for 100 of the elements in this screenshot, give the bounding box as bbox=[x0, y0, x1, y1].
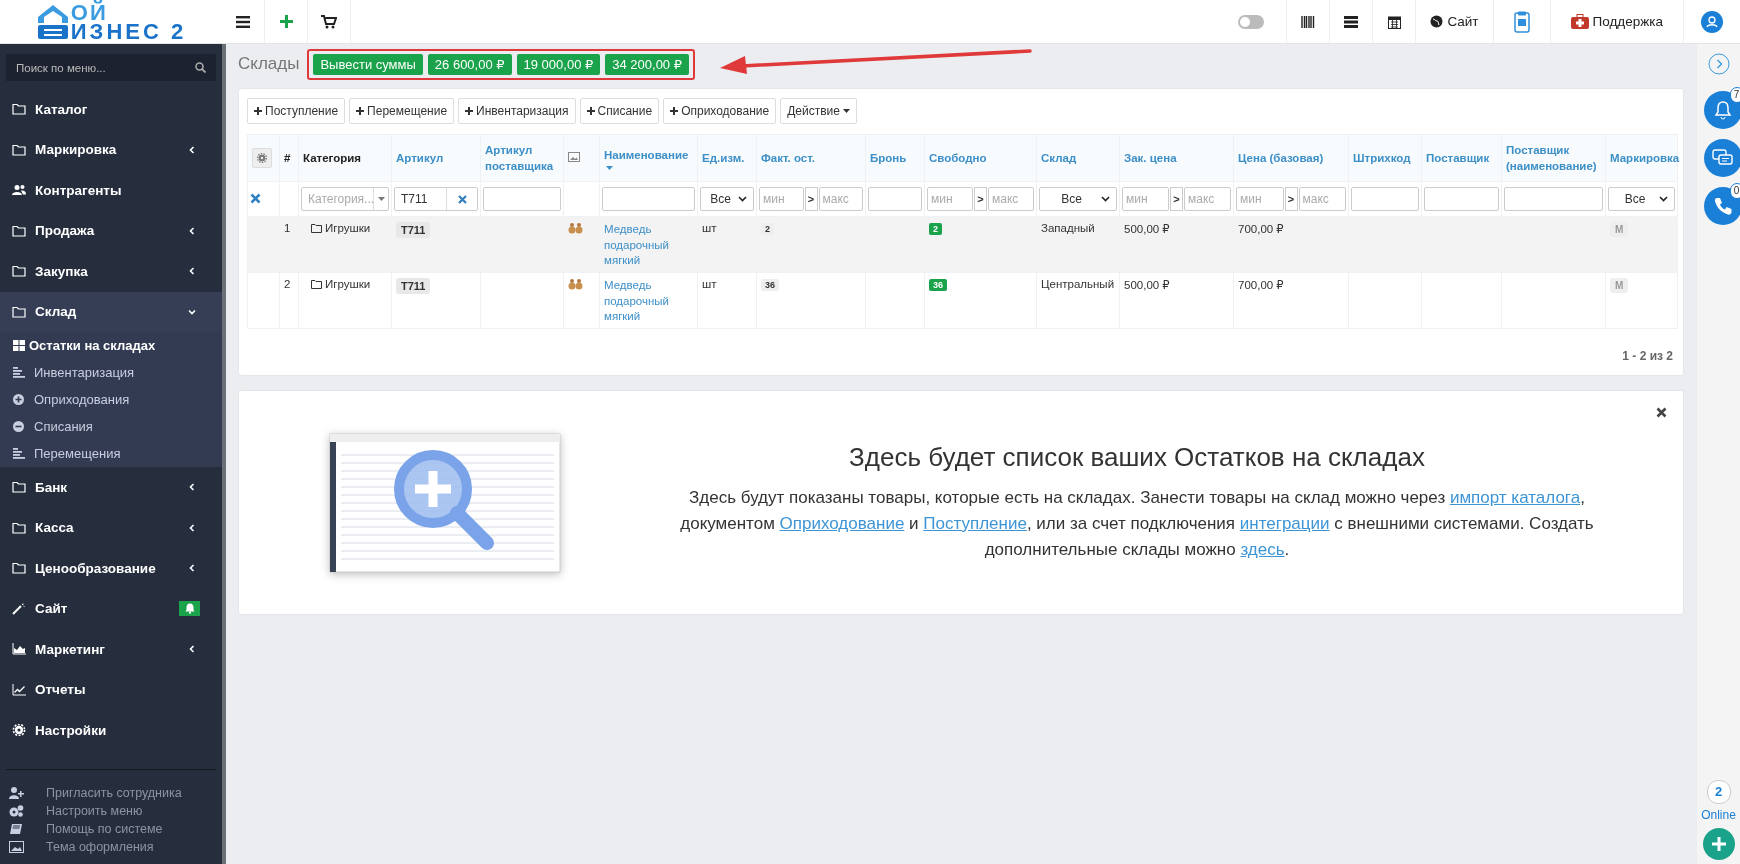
folder-icon bbox=[311, 279, 322, 289]
sidebar-item[interactable]: Закупка bbox=[0, 251, 222, 292]
max-field[interactable]: макс bbox=[988, 187, 1034, 211]
online-count: 2 bbox=[1706, 780, 1731, 804]
sort-column-header[interactable]: Артикул bbox=[396, 150, 444, 166]
submenu-item[interactable]: Остатки на складах bbox=[0, 332, 222, 359]
text-link[interactable]: Оприходование bbox=[779, 514, 905, 533]
logo[interactable]: ОЙ ИЗНЕС 2 bbox=[0, 0, 222, 43]
pagination-info: 1 - 2 из 2 bbox=[1622, 349, 1673, 363]
folder-icon bbox=[12, 562, 26, 575]
submenu-item[interactable]: Перемещения bbox=[0, 440, 222, 467]
filter-select[interactable]: Все bbox=[700, 187, 754, 211]
filter-select[interactable]: Все bbox=[1608, 187, 1675, 211]
toolbar-button[interactable]: Поступление bbox=[247, 98, 346, 124]
price-cell: 500,00 ₽ bbox=[1124, 223, 1170, 235]
plus-icon bbox=[254, 107, 262, 115]
sort-column-header[interactable]: Факт. ост. bbox=[761, 150, 816, 166]
menu-search-field[interactable]: Поиск по меню... bbox=[6, 54, 216, 81]
unit-cell: шт bbox=[702, 278, 717, 290]
filter-field[interactable] bbox=[1504, 187, 1603, 211]
free-stock-badge: 36 bbox=[929, 279, 947, 291]
warehouse-cell: Западный bbox=[1041, 222, 1095, 234]
sidebar-item[interactable]: Отчеты bbox=[0, 669, 222, 710]
close-icon[interactable] bbox=[1656, 407, 1667, 418]
sidebar-item[interactable]: Банк bbox=[0, 467, 222, 508]
filter-field[interactable] bbox=[483, 187, 561, 211]
text-link[interactable]: Поступление bbox=[923, 514, 1027, 533]
table-row[interactable]: 2 Игрушки T711 Медведь подарочный мягкий шт 36 36 Центральный 500,00 ₽ 700,00 ₽ М bbox=[247, 272, 1678, 329]
price-cell: 700,00 ₽ bbox=[1238, 223, 1284, 235]
site-button[interactable]: Сайт bbox=[1415, 0, 1493, 43]
empty-state-text: Здесь будут показаны товары, которые есть на складах. Занести товары на склад можно через импорт каталога, документом Оприходование и Поступление, или за счет подключения интеграции с внешними системами. Создать дополнительные склады можно здесь. bbox=[679, 487, 1595, 561]
text-link[interactable]: здесь bbox=[1240, 540, 1285, 559]
support-button[interactable]: Поддержка bbox=[1549, 0, 1683, 43]
max-field[interactable]: макс bbox=[1184, 187, 1231, 211]
show-sums-button[interactable]: Вывести суммы bbox=[313, 53, 423, 75]
sum-badge: 26 600,00 ₽ bbox=[427, 53, 512, 75]
free-stock-badge: 2 bbox=[929, 223, 942, 235]
submenu-item[interactable]: Списания bbox=[0, 413, 222, 440]
users-icon bbox=[12, 184, 26, 197]
article-filter-field[interactable]: T711 bbox=[394, 187, 478, 211]
page-title: Склады bbox=[238, 54, 300, 74]
sort-column-header[interactable]: Склад bbox=[1041, 150, 1077, 166]
table-row[interactable]: 1 Игрушки T711 Медведь подарочный мягкий шт 2 2 Западный 500,00 ₽ 700,00 ₽ М bbox=[247, 216, 1678, 273]
category-cell: Игрушки bbox=[303, 278, 371, 290]
unit-cell: шт bbox=[702, 222, 717, 234]
row-number: 2 bbox=[284, 278, 291, 290]
sidebar-item[interactable]: Маркировка bbox=[0, 129, 222, 170]
category-cell: Игрушки bbox=[303, 222, 371, 234]
sidebar-item[interactable]: Склад bbox=[0, 291, 222, 332]
clear-filters-icon[interactable] bbox=[250, 192, 261, 204]
filter-field[interactable] bbox=[1351, 187, 1419, 211]
sidebar-item[interactable]: Продажа bbox=[0, 210, 222, 251]
folder-icon bbox=[12, 143, 26, 156]
sidebar-item[interactable]: Контрагенты bbox=[0, 170, 222, 211]
add-button[interactable] bbox=[1702, 828, 1735, 860]
submenu-item[interactable]: Инвентаризация bbox=[0, 359, 222, 386]
expand-icon[interactable] bbox=[1707, 53, 1730, 75]
chat-button[interactable] bbox=[1703, 139, 1740, 177]
plus-icon bbox=[670, 107, 679, 115]
sum-badge: 19 000,00 ₽ bbox=[516, 53, 601, 75]
range-separator: > bbox=[804, 187, 818, 211]
footer-link[interactable]: Настроить меню bbox=[9, 801, 222, 820]
picture-icon bbox=[9, 840, 24, 853]
sort-column-header[interactable]: Зак. цена bbox=[1124, 150, 1177, 166]
sort-column-header[interactable]: Свободно bbox=[929, 150, 987, 166]
sidebar-item[interactable]: Сайт bbox=[0, 588, 222, 629]
row-number: 1 bbox=[284, 222, 291, 234]
image-icon bbox=[568, 152, 580, 162]
action-dropdown[interactable]: Действие bbox=[780, 98, 857, 124]
chat-icon bbox=[1711, 149, 1734, 167]
filter-field[interactable] bbox=[602, 187, 695, 211]
toolbar-button[interactable]: Перемещение bbox=[349, 98, 455, 124]
line-chart-icon bbox=[12, 683, 26, 696]
footer-link[interactable]: Тема оформления bbox=[9, 837, 222, 856]
chevron-down-icon bbox=[1101, 196, 1110, 202]
settings-button[interactable] bbox=[252, 148, 272, 168]
filter-field[interactable] bbox=[868, 187, 922, 211]
toolbar-button[interactable]: Оприходование bbox=[663, 98, 777, 124]
toolbar-button[interactable]: Списание bbox=[579, 98, 660, 124]
plus-icon bbox=[1710, 836, 1727, 852]
caret-icon bbox=[842, 109, 850, 113]
sidebar-item[interactable]: Ценообразование bbox=[0, 548, 222, 589]
range-separator: > bbox=[1284, 187, 1298, 211]
text-link[interactable]: импорт каталога bbox=[1449, 488, 1581, 507]
toolbar-button[interactable]: Инвентаризация bbox=[458, 98, 576, 124]
count-badge: 0 bbox=[1729, 183, 1740, 199]
sidebar-item[interactable]: Маркетинг bbox=[0, 629, 222, 670]
submenu-item[interactable]: Оприходования bbox=[0, 386, 222, 413]
footer-link[interactable]: Помощь по системе bbox=[9, 819, 222, 838]
gears-icon bbox=[9, 804, 24, 817]
sidebar-item[interactable]: Касса bbox=[0, 507, 222, 548]
filter-select[interactable]: Все bbox=[1039, 187, 1117, 211]
sidebar-item[interactable]: Каталог bbox=[0, 89, 222, 130]
text-link[interactable]: интеграции bbox=[1239, 514, 1330, 533]
column-header: Категория bbox=[303, 151, 362, 166]
toggle-switch[interactable] bbox=[1238, 14, 1265, 29]
filter-field[interactable] bbox=[1424, 187, 1499, 211]
sidebar-item[interactable]: Настройки bbox=[0, 710, 222, 751]
footer-link[interactable]: Пригласить сотрудника bbox=[9, 783, 222, 802]
price-cell: 500,00 ₽ bbox=[1124, 279, 1170, 291]
